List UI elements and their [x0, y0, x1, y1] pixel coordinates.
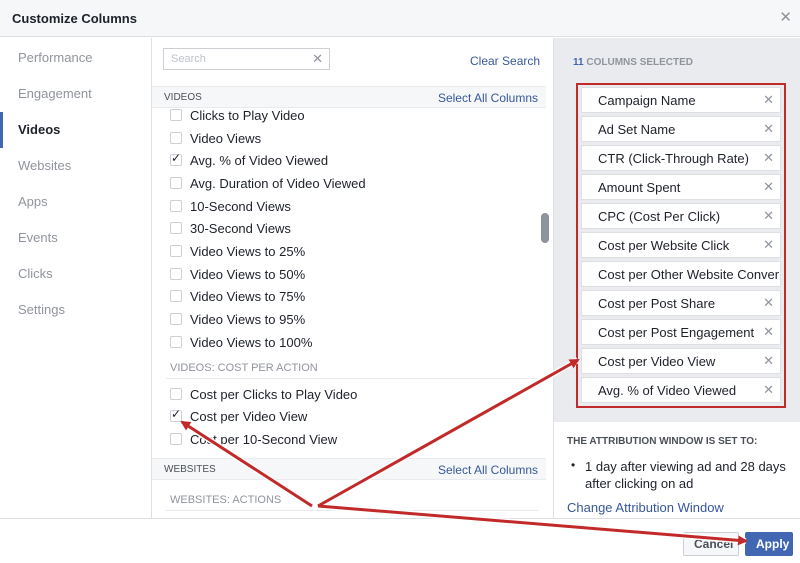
checkbox[interactable]: [170, 245, 182, 257]
dialog-header: Customize Columns ✕: [0, 0, 800, 37]
column-option[interactable]: Video Views to 25%: [170, 241, 305, 261]
column-option[interactable]: 30-Second Views: [170, 218, 291, 238]
checkbox-checked[interactable]: [170, 151, 182, 166]
scrollbar-thumb[interactable]: [541, 213, 549, 243]
column-option[interactable]: Cost per 10-Second View: [170, 429, 337, 449]
dialog-footer: Cancel Apply: [0, 518, 800, 563]
attribution-window-text: 1 day after viewing ad and 28 days after…: [585, 459, 786, 491]
scrollbar-track[interactable]: [540, 38, 550, 518]
nav-item-settings[interactable]: Settings: [0, 292, 151, 328]
search-input[interactable]: [164, 49, 304, 69]
selected-columns-list: Campaign Name ✕ Ad Set Name ✕ CTR (Click-T…: [576, 83, 786, 408]
remove-icon[interactable]: ✕: [759, 179, 774, 195]
remove-icon[interactable]: ✕: [759, 295, 774, 311]
remove-icon[interactable]: ✕: [759, 150, 774, 166]
remove-icon[interactable]: ✕: [759, 353, 774, 369]
dialog-title: Customize Columns: [12, 11, 137, 26]
videos-select-all-link[interactable]: Select All Columns: [438, 91, 538, 105]
selected-column-pill[interactable]: Cost per Video View ✕: [581, 348, 781, 374]
websites-section-header: Websites Select All Columns: [152, 458, 546, 480]
clear-search-link[interactable]: Clear Search: [470, 54, 540, 68]
column-option[interactable]: Video Views to 95%: [170, 309, 305, 329]
checkbox-checked[interactable]: [170, 407, 182, 422]
divider: [166, 378, 538, 379]
selected-column-pill[interactable]: Ad Set Name ✕: [581, 116, 781, 142]
checkbox[interactable]: [170, 268, 182, 280]
checkbox[interactable]: [170, 200, 182, 212]
remove-icon[interactable]: ✕: [759, 237, 774, 253]
column-option[interactable]: Video Views to 100%: [170, 332, 312, 352]
selected-column-pill[interactable]: CPC (Cost Per Click) ✕: [581, 203, 781, 229]
checkbox[interactable]: [170, 222, 182, 234]
websites-actions-subheading: Websites: Actions: [170, 494, 282, 506]
column-option[interactable]: Video Views: [170, 128, 261, 148]
search-box: ✕: [163, 48, 330, 70]
apply-button[interactable]: Apply: [745, 532, 793, 556]
checkbox[interactable]: [170, 336, 182, 348]
checkbox[interactable]: [170, 177, 182, 189]
close-icon[interactable]: ✕: [779, 8, 792, 26]
selected-count-number: 11: [573, 57, 584, 68]
websites-select-all-link[interactable]: Select All Columns: [438, 463, 538, 477]
cost-per-action-subheading: Videos: Cost per Action: [170, 362, 318, 374]
change-attribution-link[interactable]: Change Attribution Window: [567, 500, 724, 515]
nav-item-performance[interactable]: Performance: [0, 40, 151, 76]
remove-icon[interactable]: ✕: [759, 324, 774, 340]
remove-icon[interactable]: ✕: [759, 208, 774, 224]
nav-item-websites[interactable]: Websites: [0, 148, 151, 184]
checkbox[interactable]: [170, 290, 182, 302]
selected-column-pill[interactable]: Cost per Other Website Conver: [581, 261, 781, 287]
column-option[interactable]: Video Views to 75%: [170, 286, 305, 306]
selected-column-pill[interactable]: Cost per Post Share ✕: [581, 290, 781, 316]
remove-icon[interactable]: ✕: [759, 382, 774, 398]
remove-icon[interactable]: ✕: [759, 121, 774, 137]
checkbox[interactable]: [170, 313, 182, 325]
selected-count-label: Columns Selected: [586, 57, 694, 68]
cancel-button[interactable]: Cancel: [683, 532, 739, 556]
videos-section-title: Videos: [164, 92, 202, 103]
nav-item-events[interactable]: Events: [0, 220, 151, 256]
category-nav: Performance Engagement Videos Websites A…: [0, 38, 152, 518]
column-option[interactable]: Cost per Clicks to Play Video: [170, 384, 357, 404]
nav-item-videos[interactable]: Videos: [0, 112, 151, 148]
nav-item-apps[interactable]: Apps: [0, 184, 151, 220]
websites-section-title: Websites: [164, 464, 216, 475]
checkbox[interactable]: [170, 132, 182, 144]
checkbox[interactable]: [170, 109, 182, 121]
checkbox[interactable]: [170, 388, 182, 400]
selected-columns-area: 11 Columns Selected Campaign Name ✕ Ad Se…: [554, 38, 800, 422]
selected-column-pill[interactable]: Cost per Post Engagement ✕: [581, 319, 781, 345]
divider: [166, 510, 538, 511]
clear-input-icon[interactable]: ✕: [312, 51, 323, 67]
selected-column-pill[interactable]: Amount Spent ✕: [581, 174, 781, 200]
selected-column-pill[interactable]: Cost per Website Click ✕: [581, 232, 781, 258]
columns-selected-count: 11 Columns Selected: [573, 57, 693, 68]
selected-column-pill[interactable]: Avg. % of Video Viewed ✕: [581, 377, 781, 403]
remove-icon[interactable]: ✕: [759, 92, 774, 108]
nav-item-engagement[interactable]: Engagement: [0, 76, 151, 112]
selected-columns-panel: 11 Columns Selected Campaign Name ✕ Ad Se…: [553, 38, 800, 518]
selected-column-pill[interactable]: CTR (Click-Through Rate) ✕: [581, 145, 781, 171]
column-option[interactable]: Video Views to 50%: [170, 264, 305, 284]
bullet: •: [571, 458, 576, 472]
column-option[interactable]: Clicks to Play Video: [170, 105, 305, 125]
column-option[interactable]: Avg. % of Video Viewed: [170, 150, 328, 170]
nav-item-clicks[interactable]: Clicks: [0, 256, 151, 292]
column-list-panel: ✕ Clear Search Videos Select All Columns…: [152, 38, 553, 518]
attribution-title: The attribution window is set to:: [567, 436, 758, 447]
column-option[interactable]: Cost per Video View: [170, 406, 307, 426]
column-option[interactable]: 10-Second Views: [170, 196, 291, 216]
checkbox[interactable]: [170, 433, 182, 445]
selected-column-pill[interactable]: Campaign Name ✕: [581, 87, 781, 113]
column-option[interactable]: Avg. Duration of Video Viewed: [170, 173, 366, 193]
